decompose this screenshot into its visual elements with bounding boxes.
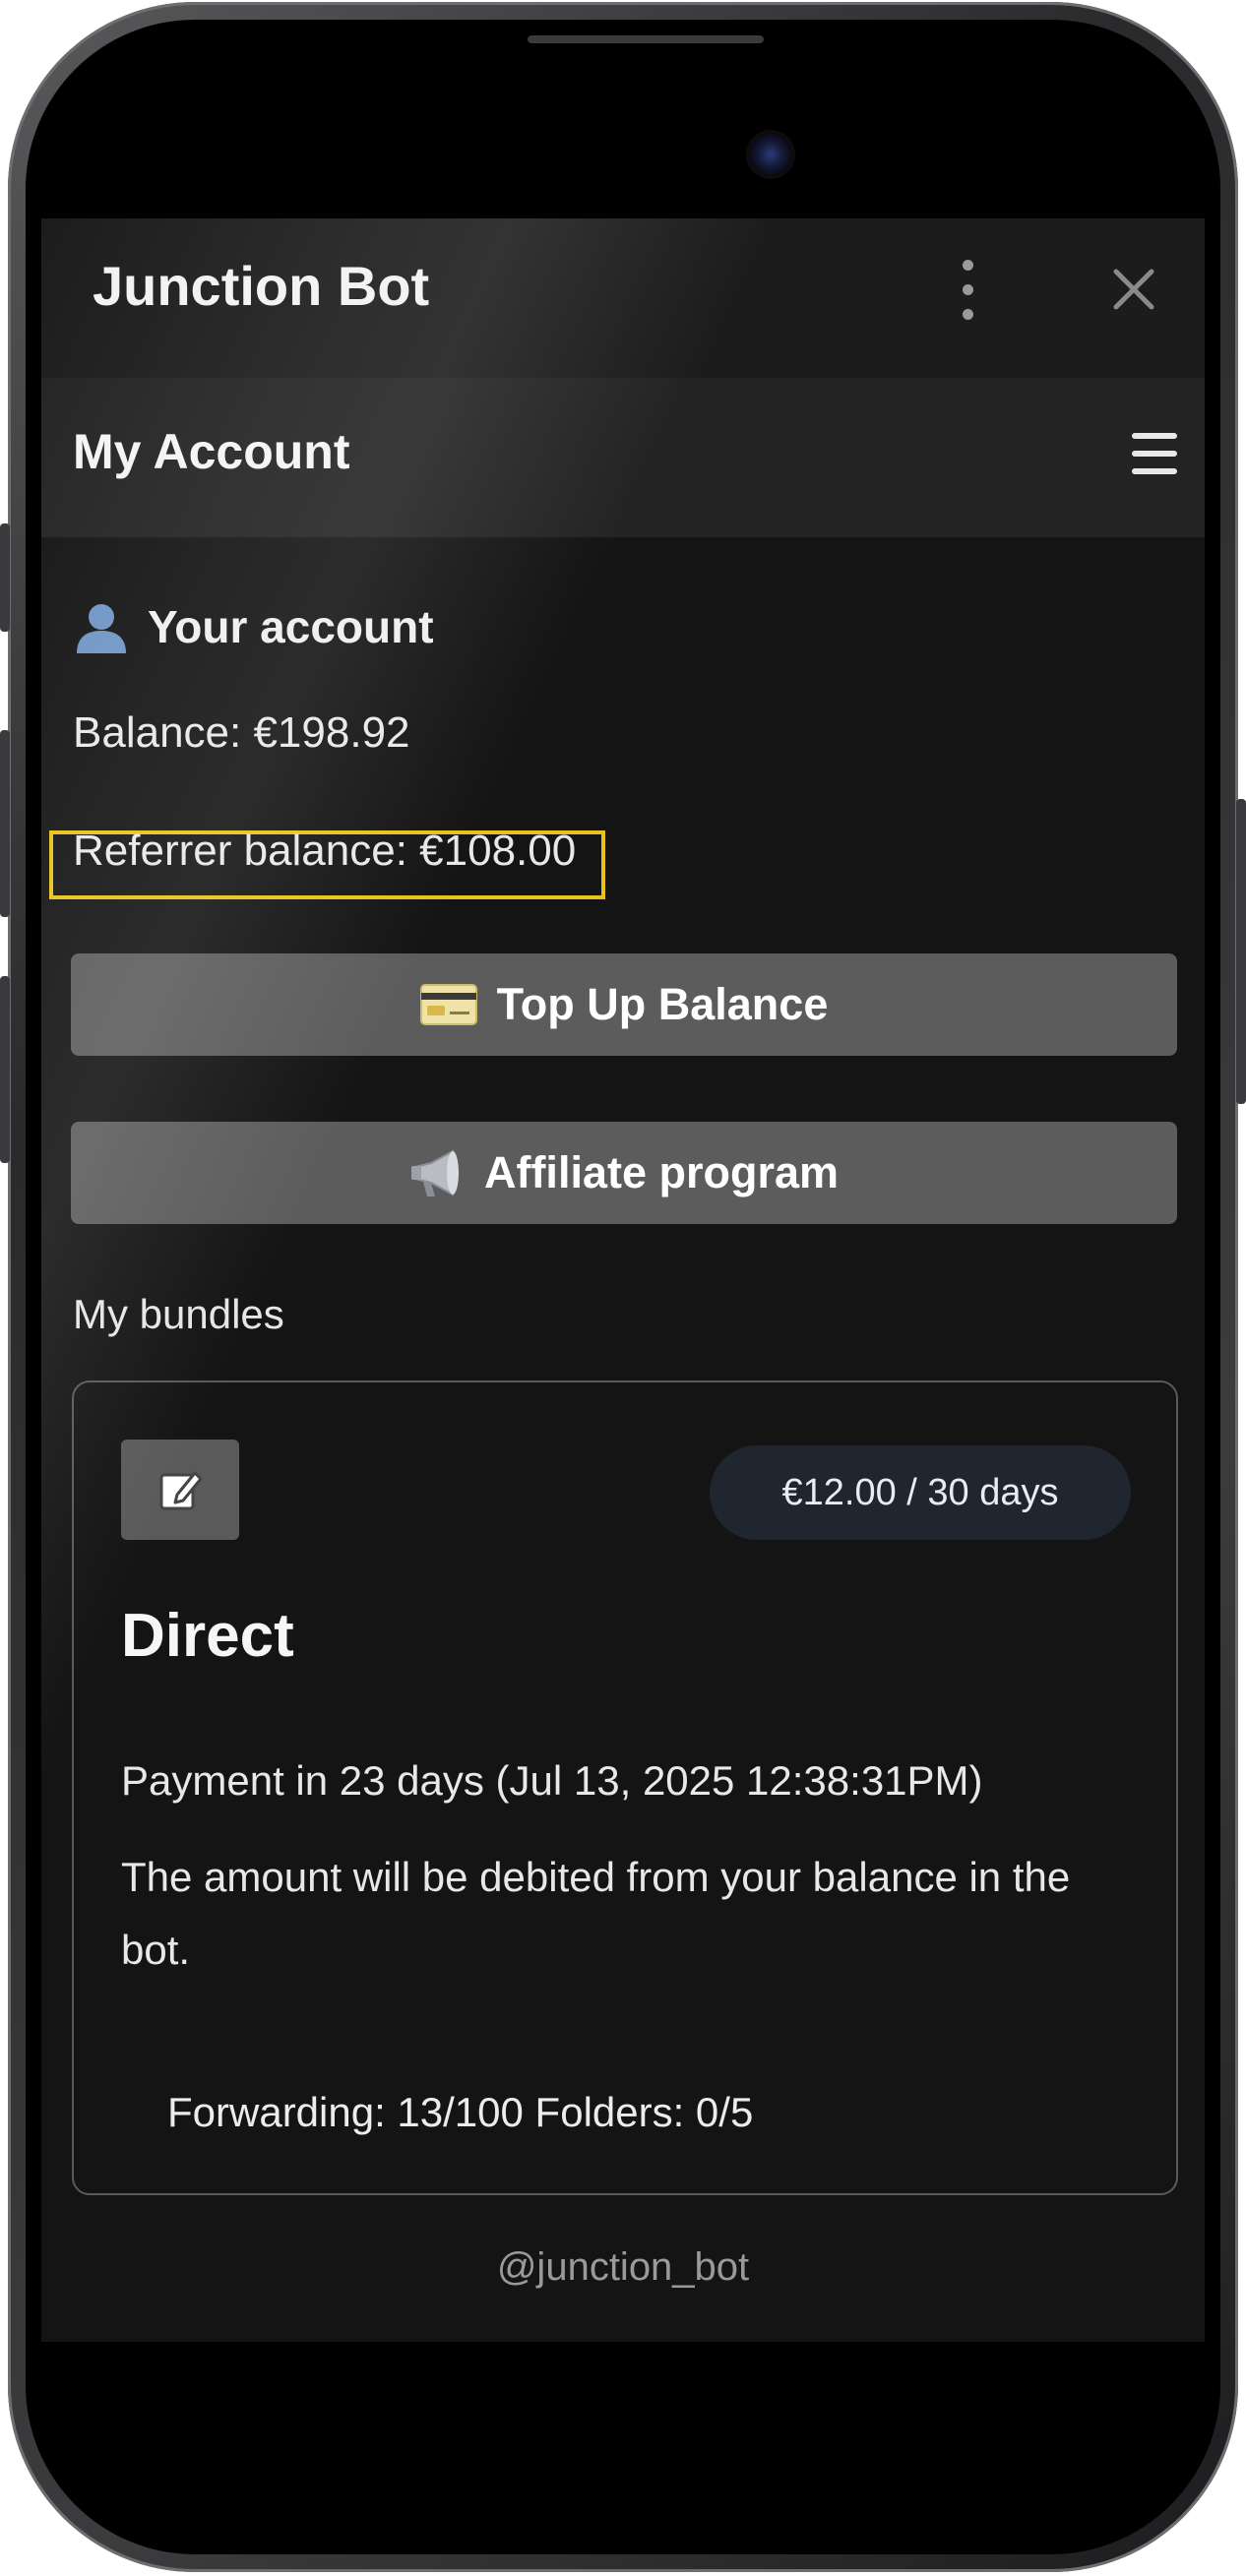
megaphone-icon	[409, 1145, 465, 1200]
bundles-section-label: My bundles	[73, 1291, 284, 1337]
edit-icon	[156, 1465, 205, 1514]
top-up-balance-label: Top Up Balance	[496, 979, 829, 1029]
action-button	[0, 523, 10, 632]
affiliate-program-label: Affiliate program	[483, 1147, 840, 1197]
credit-card-icon	[419, 984, 477, 1025]
account-section-label: Your account	[148, 601, 434, 652]
front-camera-icon	[749, 133, 792, 176]
volume-down-button	[0, 976, 10, 1163]
balance-text: Balance: €198.92	[73, 708, 410, 757]
volume-up-button	[0, 730, 10, 917]
screenshot-stage: Junction Bot My Account Your account Bal…	[0, 0, 1246, 2576]
bundle-usage-stats: Forwarding: 13/100 Folders: 0/5	[167, 2089, 754, 2135]
page-title: My Account	[73, 424, 350, 479]
mini-app-topbar: Junction Bot	[41, 218, 1205, 378]
page-header: My Account	[41, 378, 1205, 537]
bundle-debit-note: The amount will be debited from your bal…	[121, 1854, 1071, 1973]
power-button	[1236, 799, 1246, 1104]
bundle-card: €12.00 / 30 days Direct Payment in 23 da…	[72, 1380, 1178, 2195]
bundle-payment-text: Payment in 23 days (Jul 13, 2025 12:38:3…	[121, 1757, 983, 1804]
bundle-price-badge: €12.00 / 30 days	[710, 1445, 1131, 1540]
edit-bundle-button[interactable]	[121, 1440, 239, 1540]
bot-handle[interactable]: @junction_bot	[41, 2245, 1205, 2290]
user-silhouette-icon	[73, 598, 130, 655]
close-icon[interactable]	[1104, 260, 1163, 319]
app-screen: Junction Bot My Account Your account Bal…	[41, 218, 1205, 2342]
top-up-balance-button[interactable]: Top Up Balance	[71, 953, 1177, 1056]
bundle-name: Direct	[121, 1602, 294, 1670]
hamburger-menu-icon[interactable]	[1132, 433, 1177, 476]
affiliate-program-button[interactable]: Affiliate program	[71, 1122, 1177, 1224]
account-section-title: Your account	[73, 592, 434, 661]
referrer-balance-text: Referrer balance: €108.00	[73, 827, 577, 875]
speaker-slit	[528, 35, 764, 43]
app-title: Junction Bot	[93, 255, 430, 317]
kebab-menu-icon[interactable]	[957, 256, 980, 325]
